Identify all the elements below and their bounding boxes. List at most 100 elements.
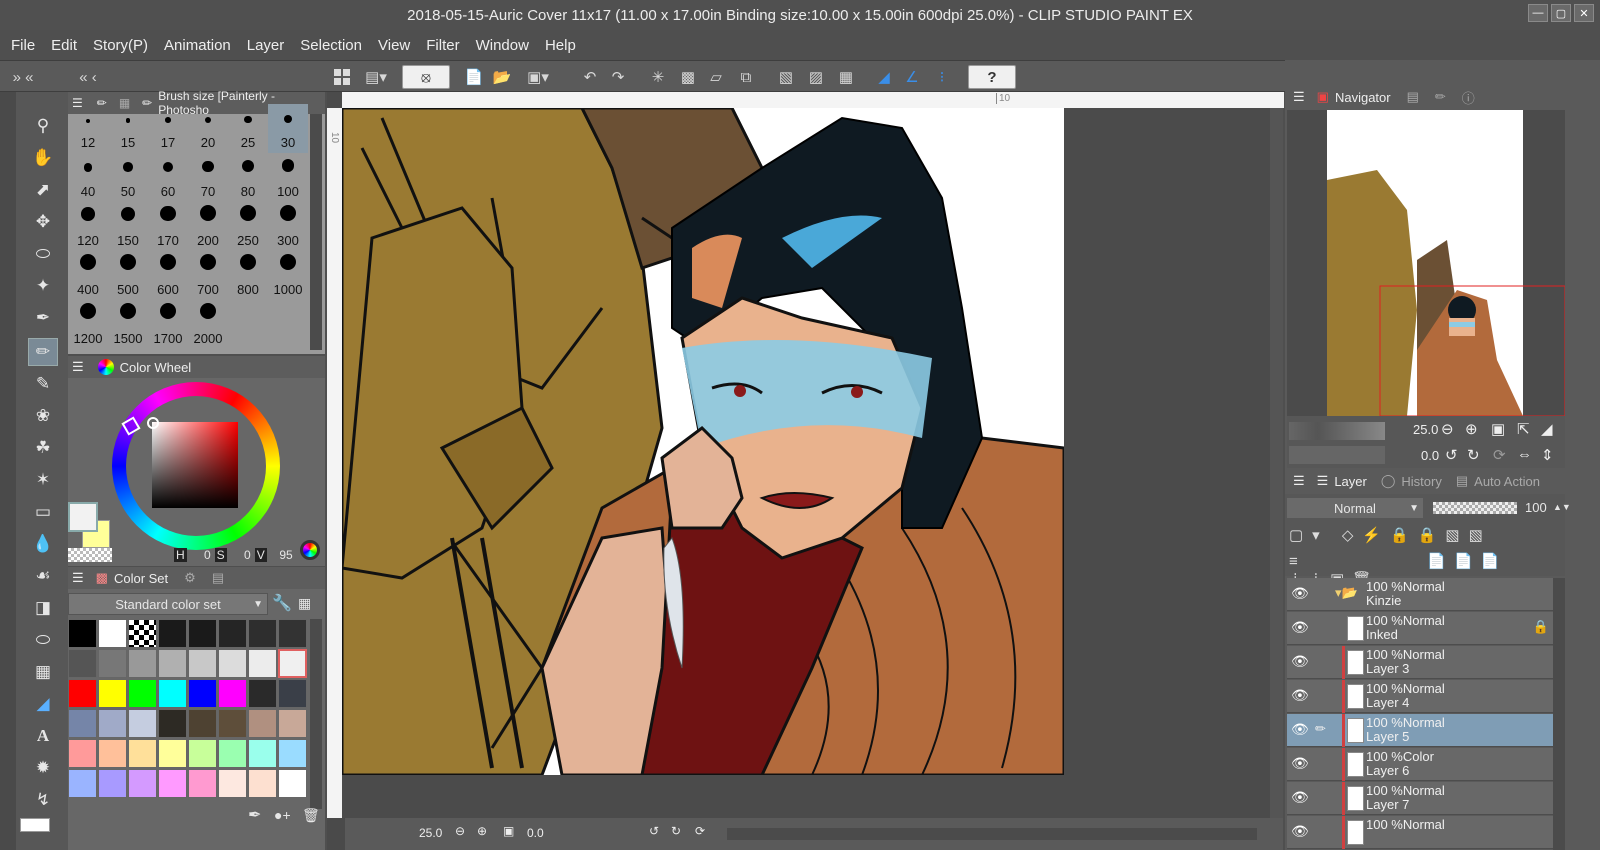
tab-layer[interactable]: Layer [1334, 474, 1367, 489]
main-color-swatch[interactable] [20, 818, 50, 832]
flip-icon[interactable]: ◢ [1541, 420, 1553, 438]
brush-size-cell[interactable]: 700 [188, 251, 228, 300]
rotation-value[interactable]: 0.0 [527, 826, 544, 840]
canvas-vertical-scrollbar[interactable] [1270, 108, 1283, 818]
zoom-value[interactable]: 25.0 [419, 826, 442, 840]
brush-size-cell[interactable]: 800 [228, 251, 268, 300]
transform-icon[interactable]: ⧉ [734, 65, 758, 89]
layer-row[interactable]: 👁 ✏ 100 %Normal Layer 5 [1287, 714, 1553, 747]
layer-command-icons[interactable]: ≡ 📄📄📄⇣⇣▣🗑 [1289, 552, 1555, 588]
color-swatch[interactable] [128, 769, 157, 798]
color-set-settings-icon[interactable]: ▦ [298, 595, 311, 612]
tab-history[interactable]: History [1401, 474, 1441, 489]
color-swatch[interactable] [188, 769, 217, 798]
color-wheel-tab-icon[interactable] [97, 359, 114, 375]
eyedropper-icon[interactable]: ✒ [248, 805, 261, 825]
artwork-canvas[interactable] [342, 108, 1064, 775]
color-swatch[interactable] [218, 739, 247, 768]
pen-tool-icon[interactable]: ✏ [28, 338, 58, 366]
rotate-right-icon[interactable]: ↻ [671, 824, 681, 838]
auto-select-tool-icon[interactable]: ✦ [28, 272, 58, 300]
color-swatch[interactable] [158, 769, 187, 798]
approximate-color-tab-icon[interactable]: ▤ [212, 570, 224, 586]
eye-icon[interactable]: 👁 [1291, 790, 1309, 804]
rotate-left-icon[interactable]: ↺ [1445, 446, 1458, 464]
airbrush-tool-icon[interactable]: ☘ [28, 434, 58, 462]
color-set-scrollbar[interactable] [310, 619, 322, 809]
eye-icon[interactable]: 👁 [1291, 688, 1309, 702]
color-swatch[interactable] [188, 709, 217, 738]
navigator-preview[interactable] [1287, 110, 1566, 417]
brush-size-cell[interactable]: 25 [228, 104, 268, 153]
menu-file[interactable]: File [11, 37, 35, 54]
intermediate-color-tab-icon[interactable]: ⚙ [184, 570, 196, 586]
undo-icon[interactable]: ↶ [578, 65, 602, 89]
color-swatch[interactable] [68, 679, 97, 708]
brush-size-cell[interactable]: 15 [108, 104, 148, 153]
layer-row[interactable]: 👁 100 %Normal Layer 7 [1287, 782, 1553, 815]
zoom-tool-icon[interactable]: ⚲ [28, 112, 58, 140]
menu-selection[interactable]: Selection [300, 37, 362, 54]
ruler-tool-icon[interactable]: ◢ [28, 690, 58, 718]
menu-edit[interactable]: Edit [51, 37, 77, 54]
brush-size-cell[interactable]: 40 [68, 153, 108, 202]
brush-size-cell[interactable]: 600 [148, 251, 188, 300]
color-swatch[interactable] [128, 649, 157, 678]
opacity-stepper-icon[interactable]: ▲▼ [1553, 502, 1571, 512]
panel-menu-icon[interactable]: ☰ [1293, 473, 1305, 489]
layer-scrollbar[interactable] [1553, 578, 1565, 850]
main-color-swatch[interactable] [68, 502, 98, 532]
brush-size-cell[interactable]: 500 [108, 251, 148, 300]
color-swatch[interactable] [128, 739, 157, 768]
brush-size-cell[interactable]: 2000 [188, 300, 228, 349]
color-swatch[interactable] [98, 619, 127, 648]
color-swatch[interactable] [218, 619, 247, 648]
color-swatch[interactable] [218, 709, 247, 738]
eye-icon[interactable]: 👁 [1291, 654, 1309, 668]
eye-icon[interactable]: 👁 [1291, 586, 1309, 600]
tool-property-tab-icon[interactable]: ✏ [1435, 89, 1446, 105]
eye-icon[interactable]: 👁 [1291, 756, 1309, 770]
collapse-left-icon[interactable]: » « [4, 65, 42, 89]
flip-horizontal-icon[interactable]: ⇔ [1517, 446, 1532, 463]
fill-tool-icon[interactable]: ☙ [28, 562, 58, 590]
deselect-icon[interactable]: ▧ [774, 65, 798, 89]
color-swatch[interactable] [248, 769, 277, 798]
history-tab-icon[interactable]: ◯ [1381, 473, 1396, 489]
color-set-dropdown[interactable]: Standard color set ▼ [68, 593, 268, 615]
fit-view-icon[interactable]: ▣ [503, 824, 514, 838]
brush-size-cell[interactable]: 50 [108, 153, 148, 202]
minimize-button[interactable]: — [1528, 4, 1548, 22]
selection-tool-icon[interactable]: ⬭ [28, 240, 58, 268]
color-swatch[interactable] [68, 709, 97, 738]
operation-tool-icon[interactable]: ⬈ [28, 176, 58, 204]
opacity-slider[interactable] [1433, 502, 1517, 514]
menu-animation[interactable]: Animation [164, 37, 231, 54]
color-swatch[interactable] [278, 679, 307, 708]
color-swatch[interactable] [218, 649, 247, 678]
brush-tool-icon[interactable]: ❀ [28, 402, 58, 430]
color-wheel[interactable] [112, 382, 280, 550]
layer-row[interactable]: 👁 100 %Normal Layer 3 [1287, 646, 1553, 679]
color-swatch[interactable] [158, 739, 187, 768]
color-swatch[interactable] [218, 679, 247, 708]
color-swatch[interactable] [128, 619, 157, 648]
eye-icon[interactable]: 👁 [1291, 824, 1309, 838]
snap-grid-icon[interactable]: ⁝ [930, 65, 954, 89]
panel-menu-icon[interactable]: ☰ [72, 570, 84, 586]
menu-help[interactable]: Help [545, 37, 576, 54]
show-selection-icon[interactable]: ▦ [834, 65, 858, 89]
brush-size-cell[interactable]: 170 [148, 202, 188, 251]
layer-row[interactable]: 👁 ▾📂 100 %Normal Kinzie [1287, 578, 1553, 611]
zoom-slider[interactable] [1289, 422, 1385, 440]
color-swatch[interactable] [98, 709, 127, 738]
color-swatch[interactable] [218, 769, 247, 798]
canvas-area[interactable]: 10 10 [327, 92, 1284, 818]
color-swatch[interactable] [248, 619, 277, 648]
add-color-icon[interactable]: ●+ [274, 807, 291, 823]
color-swatch[interactable] [248, 709, 277, 738]
rotation-slider[interactable] [1289, 446, 1385, 464]
color-swatch[interactable] [278, 769, 307, 798]
brush-size-cell[interactable]: 400 [68, 251, 108, 300]
help-icon[interactable]: ? [968, 65, 1016, 89]
